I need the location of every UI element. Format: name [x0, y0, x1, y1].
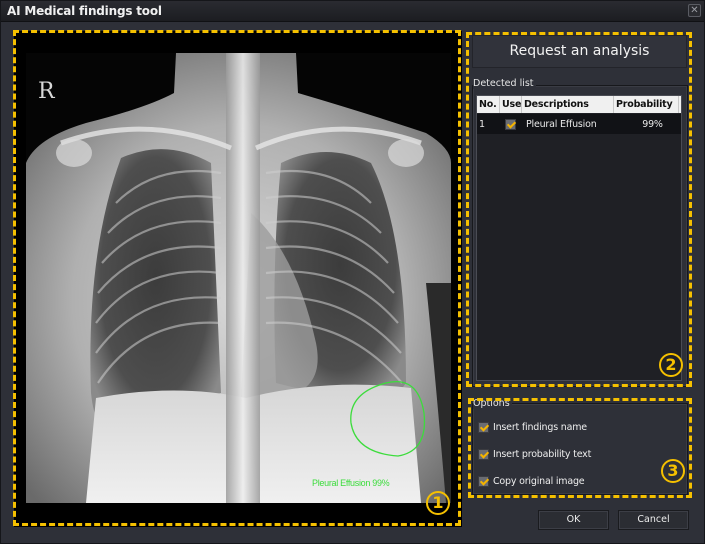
close-icon: ✕	[690, 5, 699, 16]
option-copy-original-image[interactable]: Copy original image	[478, 474, 585, 488]
column-header-use[interactable]: Use	[500, 96, 522, 113]
xray-graphic	[26, 53, 451, 503]
column-header-no[interactable]: No.	[477, 96, 500, 113]
options-label: Options	[473, 398, 512, 409]
callout-badge-1: 1	[426, 491, 450, 515]
detected-list-label: Detected list	[473, 78, 536, 89]
window-title: AI Medical findings tool	[7, 4, 162, 18]
callout-badge-2: 2	[659, 353, 683, 377]
option-insert-findings-name[interactable]: Insert findings name	[478, 420, 587, 434]
xray-image-viewer[interactable]: R Pleural Effusion 99%	[14, 31, 462, 527]
side-marker: R	[38, 79, 55, 104]
callout-badge-3: 3	[661, 459, 685, 483]
insert-findings-name-label: Insert findings name	[493, 421, 587, 433]
column-header-probability[interactable]: Probability	[614, 96, 679, 113]
close-button[interactable]: ✕	[688, 4, 701, 17]
option-insert-probability-text[interactable]: Insert probability text	[478, 447, 591, 461]
ai-medical-findings-dialog: AI Medical findings tool ✕ R Pleural Eff…	[0, 0, 705, 544]
detected-findings-list[interactable]: No. Use Descriptions Probability 1 Pleur…	[476, 95, 682, 381]
chest-xray-image	[26, 53, 451, 503]
cancel-button[interactable]: Cancel	[618, 510, 689, 530]
list-header: No. Use Descriptions Probability	[477, 96, 681, 113]
use-checkbox[interactable]	[505, 118, 516, 130]
insert-findings-name-checkbox[interactable]	[478, 421, 489, 433]
row-number: 1	[479, 118, 485, 130]
row-description: Pleural Effusion	[526, 118, 597, 130]
list-row[interactable]: 1 Pleural Effusion 99%	[477, 114, 681, 134]
row-probability: 99%	[642, 118, 663, 130]
finding-overlay-label: Pleural Effusion 99%	[312, 478, 390, 488]
insert-probability-text-label: Insert probability text	[493, 448, 592, 460]
copy-original-image-label: Copy original image	[493, 475, 585, 487]
copy-original-image-checkbox[interactable]	[478, 475, 489, 487]
request-analysis-button[interactable]: Request an analysis	[472, 35, 687, 68]
column-header-descriptions[interactable]: Descriptions	[522, 96, 614, 113]
title-bar: AI Medical findings tool ✕	[1, 1, 704, 22]
ok-button[interactable]: OK	[538, 510, 609, 530]
row-use-cell	[500, 118, 522, 130]
insert-probability-text-checkbox[interactable]	[478, 448, 489, 460]
